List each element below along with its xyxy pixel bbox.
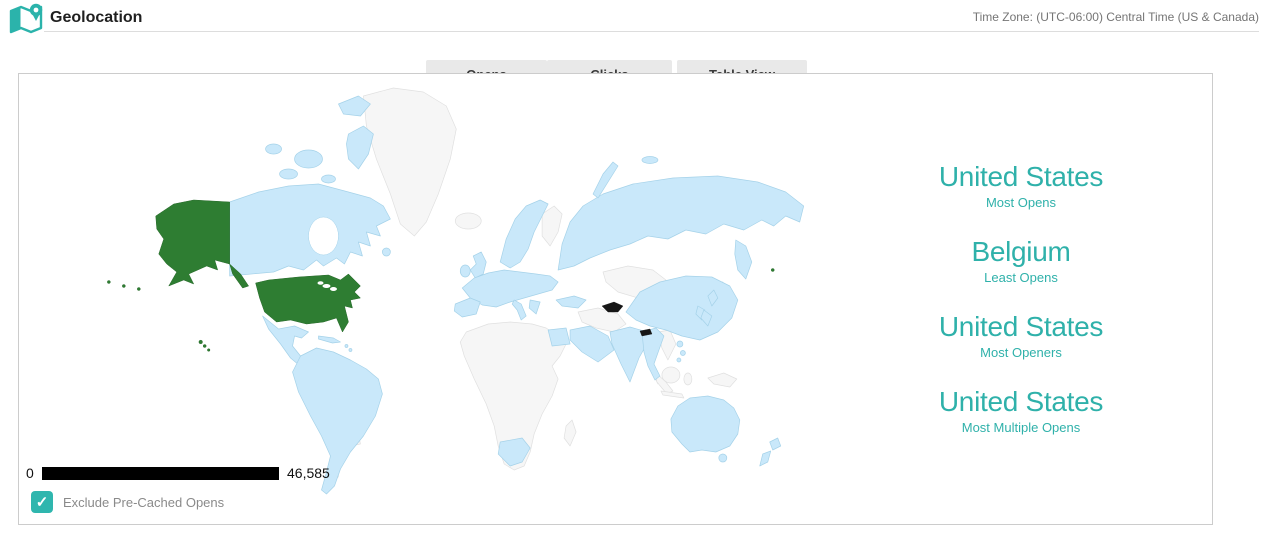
stat-most-opens: United States Most Opens [831,162,1211,210]
stat-most-multiple-opens: United States Most Multiple Opens [831,387,1211,435]
page-title: Geolocation [50,9,142,27]
map-region-balkans [529,300,540,314]
map-country-thailand [642,328,664,380]
header-divider [44,31,1259,32]
map-caribbean-island [349,349,352,352]
timezone-label: Time Zone: (UTC-06:00) Central Time (US … [973,10,1259,24]
map-region-alaska [156,200,230,286]
checkmark-icon: ✓ [36,493,49,511]
stat-most-opens-country: United States [831,162,1211,192]
map-island-tasmania [719,454,727,462]
exclude-precached-label: Exclude Pre-Cached Opens [63,495,224,510]
stat-least-opens-country: Belgium [831,237,1211,267]
stat-most-openers: United States Most Openers [831,312,1211,360]
map-region-hawaii [203,345,206,348]
map-arctic-island [280,169,298,179]
map-caribbean-island [345,345,348,348]
map-country-turkey [556,296,586,308]
geolocation-card: United States Most Opens Belgium Least O… [18,73,1213,525]
map-country-finland [542,206,562,246]
map-arctic-island [642,157,658,164]
legend-scale-bar [42,467,279,480]
stat-least-opens-label: Least Opens [831,271,1211,285]
map-region-iberia [454,298,480,317]
legend-max-value: 46,585 [287,465,330,481]
map-island-newfoundland [382,248,390,256]
map-hudson-bay [309,217,339,255]
map-country-philippines [677,341,683,347]
map-us-pacific-island [771,269,774,272]
map-country-iceland [455,213,481,229]
map-island-new-guinea [708,373,737,387]
map-arctic-island [321,175,335,183]
exclude-precached-checkbox[interactable]: ✓ [31,491,53,513]
map-aleutian-island [137,288,140,291]
map-region-arabia [570,326,614,362]
stat-most-opens-label: Most Opens [831,196,1211,210]
map-region-scandinavia [500,200,548,268]
map-island-sulawesi [684,373,692,385]
map-country-philippines [677,358,681,362]
map-country-new-zealand-south [760,451,771,466]
map-country-australia [671,396,740,452]
map-arctic-island [266,144,282,154]
stat-most-openers-country: United States [831,312,1211,342]
map-great-lake [322,284,330,288]
map-island-victoria [295,150,323,168]
map-island-borneo [662,367,680,383]
legend-min-value: 0 [26,465,34,481]
stat-most-multiple-opens-label: Most Multiple Opens [831,421,1211,435]
stat-most-multiple-opens-country: United States [831,387,1211,417]
map-island-java [661,391,684,398]
world-choropleth-map[interactable] [19,74,1212,524]
stat-most-openers-label: Most Openers [831,346,1211,360]
map-country-italy [512,300,526,320]
map-location-icon [8,2,46,34]
map-great-lake [330,287,337,291]
map-aleutian-island [122,285,125,288]
map-country-philippines [680,351,685,356]
map-country-ireland [460,265,470,277]
map-country-uk [470,252,486,278]
map-island-cuba [318,336,340,343]
map-country-egypt [548,328,570,346]
map-region-hawaii [199,340,203,344]
map-great-lake [317,281,323,285]
map-region-kamchatka [735,240,752,279]
map-island-baffin [346,126,373,169]
map-country-new-zealand-north [770,438,781,450]
map-region-hawaii [207,349,210,352]
map-aleutian-island [107,281,110,284]
stat-least-opens: Belgium Least Opens [831,237,1211,285]
map-country-madagascar [564,420,576,446]
